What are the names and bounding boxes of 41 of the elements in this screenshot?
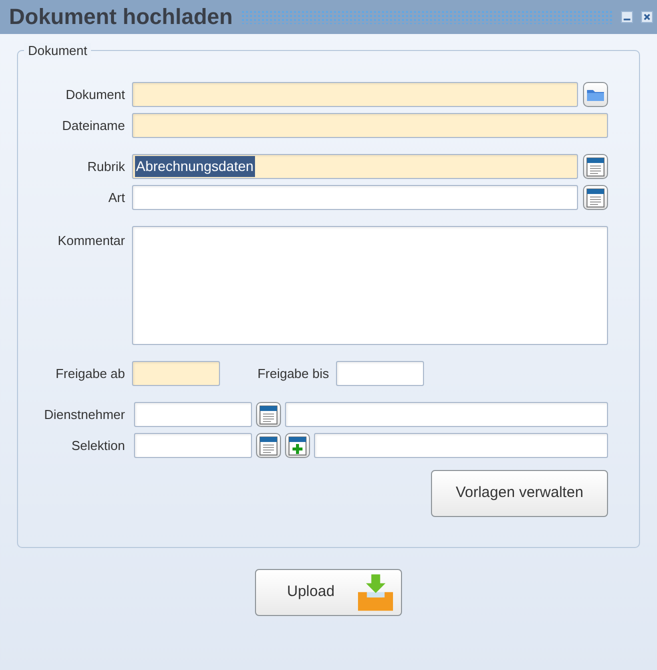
text-field[interactable]	[134, 433, 252, 458]
notepad-button[interactable]	[583, 154, 608, 179]
text-field[interactable]: Abrechnungsdaten	[132, 154, 578, 179]
field-label: Art	[107, 188, 125, 207]
window-title: Dokument hochladen	[9, 6, 233, 28]
notepad-icon	[259, 404, 278, 425]
text-field[interactable]	[132, 185, 578, 210]
field-label: Rubrik	[86, 158, 125, 176]
notepad-icon	[586, 156, 605, 177]
text-field[interactable]	[314, 433, 608, 458]
button-label: Upload	[287, 582, 335, 602]
text-field[interactable]	[132, 113, 608, 138]
text-field[interactable]	[134, 402, 252, 427]
tray-download-icon	[358, 572, 393, 614]
comment-field[interactable]	[132, 226, 608, 345]
upload-button[interactable]: Upload	[255, 569, 402, 616]
text-field[interactable]	[336, 361, 424, 386]
close-icon[interactable]	[641, 11, 653, 23]
folder-icon	[586, 87, 605, 102]
field-label: Dienstnehmer	[43, 406, 125, 424]
notepad-button[interactable]	[256, 433, 281, 458]
notepad-button[interactable]	[256, 402, 281, 427]
field-label: Freigabe ab	[54, 364, 125, 383]
text-field[interactable]	[132, 82, 578, 107]
field-label: Selektion	[70, 436, 125, 455]
field-label: Kommentar	[56, 232, 125, 250]
field-value: Abrechnungsdaten	[135, 156, 255, 177]
field-label: Dokument	[64, 86, 125, 104]
add-notepad-icon	[288, 435, 307, 456]
field-label: Freigabe bis	[256, 364, 329, 383]
add-notepad-button[interactable]	[285, 433, 310, 458]
text-field[interactable]	[132, 361, 220, 386]
notepad-button[interactable]	[583, 185, 608, 210]
manage-templates-button[interactable]: Vorlagen verwalten	[431, 470, 608, 517]
minimize-icon[interactable]	[621, 11, 633, 23]
folder-button[interactable]	[583, 82, 608, 107]
notepad-icon	[259, 435, 278, 456]
fieldset-legend: Dokument	[24, 43, 92, 58]
notepad-icon	[586, 187, 605, 208]
field-label: Dateiname	[61, 116, 125, 135]
text-field[interactable]	[285, 402, 608, 427]
